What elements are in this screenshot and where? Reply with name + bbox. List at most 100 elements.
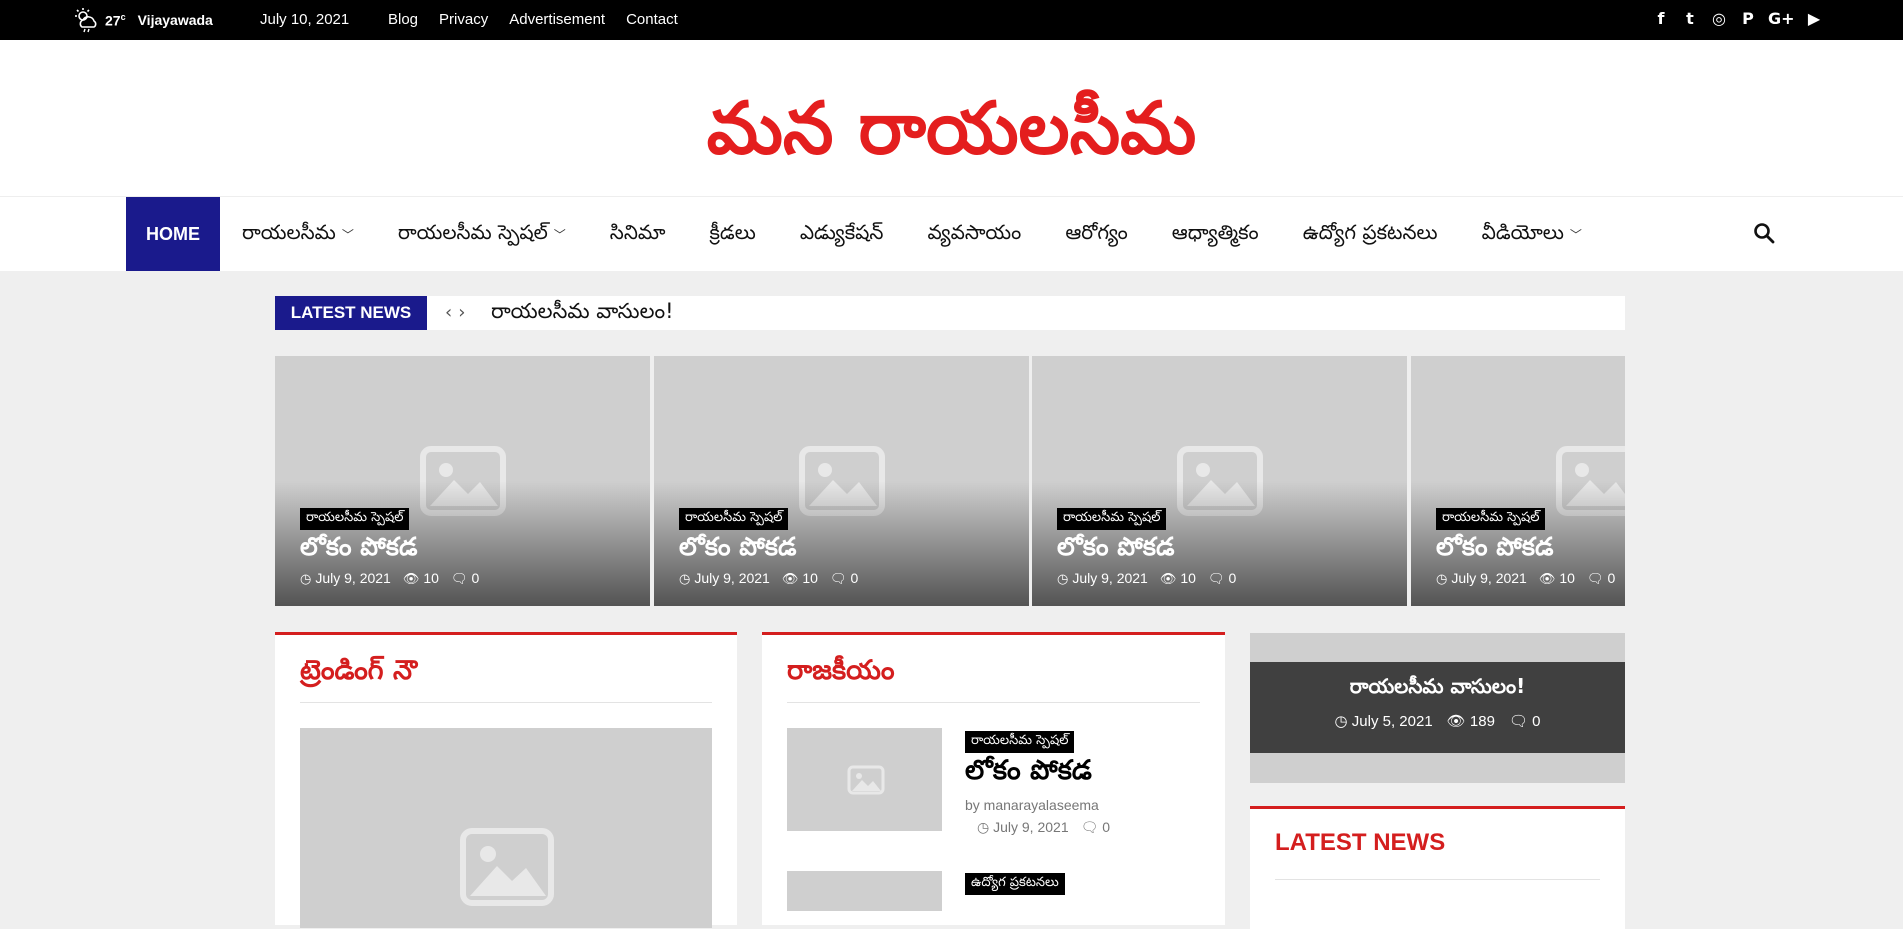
ticker-arrows: ‹› [445, 302, 471, 323]
trending-section: ట్రెండింగ్ నౌ [275, 632, 737, 928]
site-logo[interactable]: మన రాయలసీమ [0, 88, 1903, 168]
weather-cloud-sun-icon [75, 8, 97, 33]
instagram-icon[interactable]: ◎ [1710, 9, 1728, 29]
facebook-icon[interactable]: f [1652, 9, 1670, 29]
nav-item-videos[interactable]: వీడియోలు ﹀ [1482, 220, 1582, 249]
category-badge[interactable]: రాయలసీమ స్పెషల్ [1057, 508, 1167, 530]
card-title[interactable]: లోకం పోకడ [300, 532, 417, 568]
chevron-right-icon[interactable]: › [458, 302, 471, 323]
widget-heading: LATEST NEWS [1275, 829, 1446, 856]
card-meta: ◷ July 9, 2021 👁 10 🗨 0 [679, 570, 858, 587]
post-title[interactable]: లోకం పోకడ [965, 755, 1092, 793]
youtube-icon[interactable]: ▶ [1805, 9, 1823, 29]
nav-item-agriculture[interactable]: వ్యవసాయం [927, 220, 1021, 249]
featured-date: July 5, 2021 [1351, 713, 1433, 730]
category-badge[interactable]: ఉద్యోగ ప్రకటనలు [965, 873, 1065, 895]
featured-title[interactable]: రాయలసీమ వాసులం! [1250, 674, 1625, 703]
eye-icon: 👁 [1538, 572, 1556, 587]
pinterest-icon[interactable]: P [1739, 9, 1757, 29]
trending-image[interactable] [300, 728, 712, 928]
category-badge[interactable]: రాయలసీమ స్పెషల్ [300, 508, 410, 530]
category-badge[interactable]: రాయలసీమ స్పెషల్ [965, 731, 1075, 753]
twitter-icon[interactable]: t [1681, 9, 1699, 29]
eye-icon: 👁 [1446, 713, 1466, 730]
card-date: July 9, 2021 [315, 570, 391, 586]
clock-icon: ◷ [1057, 572, 1069, 587]
carousel-card[interactable]: రాయలసీమ స్పెషల్ లోకం పోకడ ◷ July 9, 2021 … [1411, 356, 1625, 606]
clock-icon: ◷ [1436, 572, 1448, 587]
nav-item-education[interactable]: ఎడ్యుకేషన్ [800, 220, 884, 249]
featured-meta: ◷ July 5, 2021 👁 189 🗨 0 [1250, 712, 1625, 730]
ticker-label: LATEST NEWS [275, 296, 427, 330]
search-icon[interactable] [1752, 221, 1776, 245]
card-comments: 0 [471, 570, 480, 586]
eye-icon: 👁 [1159, 572, 1177, 587]
eye-icon: 👁 [402, 572, 420, 587]
ticker-headline[interactable]: రాయలసీమ వాసులం! [491, 299, 674, 329]
featured-views: 189 [1469, 713, 1495, 730]
top-link-blog[interactable]: Blog [388, 11, 418, 28]
carousel-card[interactable]: రాయలసీమ స్పెషల్ లోకం పోకడ ◷ July 9, 2021 … [1032, 356, 1407, 606]
image-placeholder-icon [847, 765, 885, 795]
top-links: Blog Privacy Advertisement Contact [388, 11, 678, 28]
card-comments: 0 [850, 570, 859, 586]
section-heading: రాజకీయం [787, 655, 895, 686]
card-views: 10 [802, 570, 818, 586]
comment-icon: 🗨 [1080, 819, 1099, 835]
card-views: 10 [1559, 570, 1575, 586]
site-header: మన రాయలసీమ [0, 40, 1903, 196]
card-views: 10 [1180, 570, 1196, 586]
chevron-left-icon[interactable]: ‹ [445, 302, 458, 323]
card-title[interactable]: లోకం పోకడ [1436, 532, 1553, 568]
divider [787, 702, 1200, 703]
card-meta: ◷ July 9, 2021 👁 10 🗨 0 [1057, 570, 1236, 587]
weather-widget: 27c Vijayawada [73, 7, 213, 33]
nav-item-spirituality[interactable]: ఆధ్యాత్మికం [1172, 220, 1259, 249]
comment-icon: 🗨 [1207, 572, 1225, 587]
top-bar: 27c Vijayawada July 10, 2021 Blog Privac… [0, 0, 1903, 40]
latest-news-widget: LATEST NEWS [1250, 806, 1625, 929]
featured-carousel: రాయలసీమ స్పెషల్ లోకం పోకడ ◷ July 9, 2021 … [275, 356, 1625, 606]
sidebar-featured-post[interactable]: రాయలసీమ వాసులం! ◷ July 5, 2021 👁 189 🗨 0 [1250, 633, 1625, 783]
city-name: Vijayawada [137, 12, 213, 28]
chevron-down-icon: ﹀ [553, 227, 566, 242]
nav-item-rayalaseema[interactable]: రాయలసీమ ﹀ [242, 220, 354, 249]
carousel-card[interactable]: రాయలసీమ స్పెషల్ లోకం పోకడ ◷ July 9, 2021 … [275, 356, 650, 606]
nav-home[interactable]: HOME [126, 197, 220, 271]
chevron-down-icon: ﹀ [1569, 227, 1582, 242]
nav-item-health[interactable]: ఆరోగ్యం [1065, 220, 1127, 249]
comment-icon: 🗨 [1508, 713, 1528, 730]
comment-icon: 🗨 [450, 572, 468, 587]
card-title[interactable]: లోకం పోకడ [679, 532, 796, 568]
card-date: July 9, 2021 [1072, 570, 1148, 586]
nav-item-cinema[interactable]: సినిమా [610, 220, 666, 249]
card-comments: 0 [1607, 570, 1616, 586]
carousel-card[interactable]: రాయలసీమ స్పెషల్ లోకం పోకడ ◷ July 9, 2021 … [654, 356, 1029, 606]
divider [300, 702, 712, 703]
card-meta: ◷ July 9, 2021 👁 10 🗨 0 [300, 570, 479, 587]
nav-item-jobs[interactable]: ఉద్యోగ ప్రకటనలు [1303, 220, 1438, 249]
nav-item-sports[interactable]: క్రీడలు [709, 220, 755, 249]
post-comments: 0 [1102, 819, 1111, 835]
card-comments: 0 [1228, 570, 1237, 586]
nav-item-rayalaseema-special[interactable]: రాయలసీమ స్పెషల్ ﹀ [398, 220, 566, 249]
card-title[interactable]: లోకం పోకడ [1057, 532, 1174, 568]
clock-icon: ◷ [679, 572, 691, 587]
comment-icon: 🗨 [829, 572, 847, 587]
post-thumbnail[interactable] [787, 728, 942, 831]
section-heading: ట్రెండింగ్ నౌ [300, 655, 418, 686]
top-link-advertisement[interactable]: Advertisement [509, 11, 605, 28]
chevron-down-icon: ﹀ [341, 227, 354, 242]
post-author[interactable]: by manarayalaseema [965, 797, 1099, 813]
comment-icon: 🗨 [1586, 572, 1604, 587]
top-link-contact[interactable]: Contact [626, 11, 678, 28]
card-date: July 9, 2021 [694, 570, 770, 586]
category-badge[interactable]: రాయలసీమ స్పెషల్ [679, 508, 789, 530]
featured-comments: 0 [1532, 713, 1541, 730]
post-meta: ◷ July 9, 2021 🗨 0 [977, 819, 1110, 836]
post-thumbnail[interactable] [787, 871, 942, 911]
google-plus-icon[interactable]: G+ [1768, 9, 1795, 29]
nav-items: రాయలసీమ ﹀ రాయలసీమ స్పెషల్ ﹀ సినిమా క్రీడలు… [242, 197, 1626, 271]
top-link-privacy[interactable]: Privacy [439, 11, 488, 28]
category-badge[interactable]: రాయలసీమ స్పెషల్ [1436, 508, 1546, 530]
